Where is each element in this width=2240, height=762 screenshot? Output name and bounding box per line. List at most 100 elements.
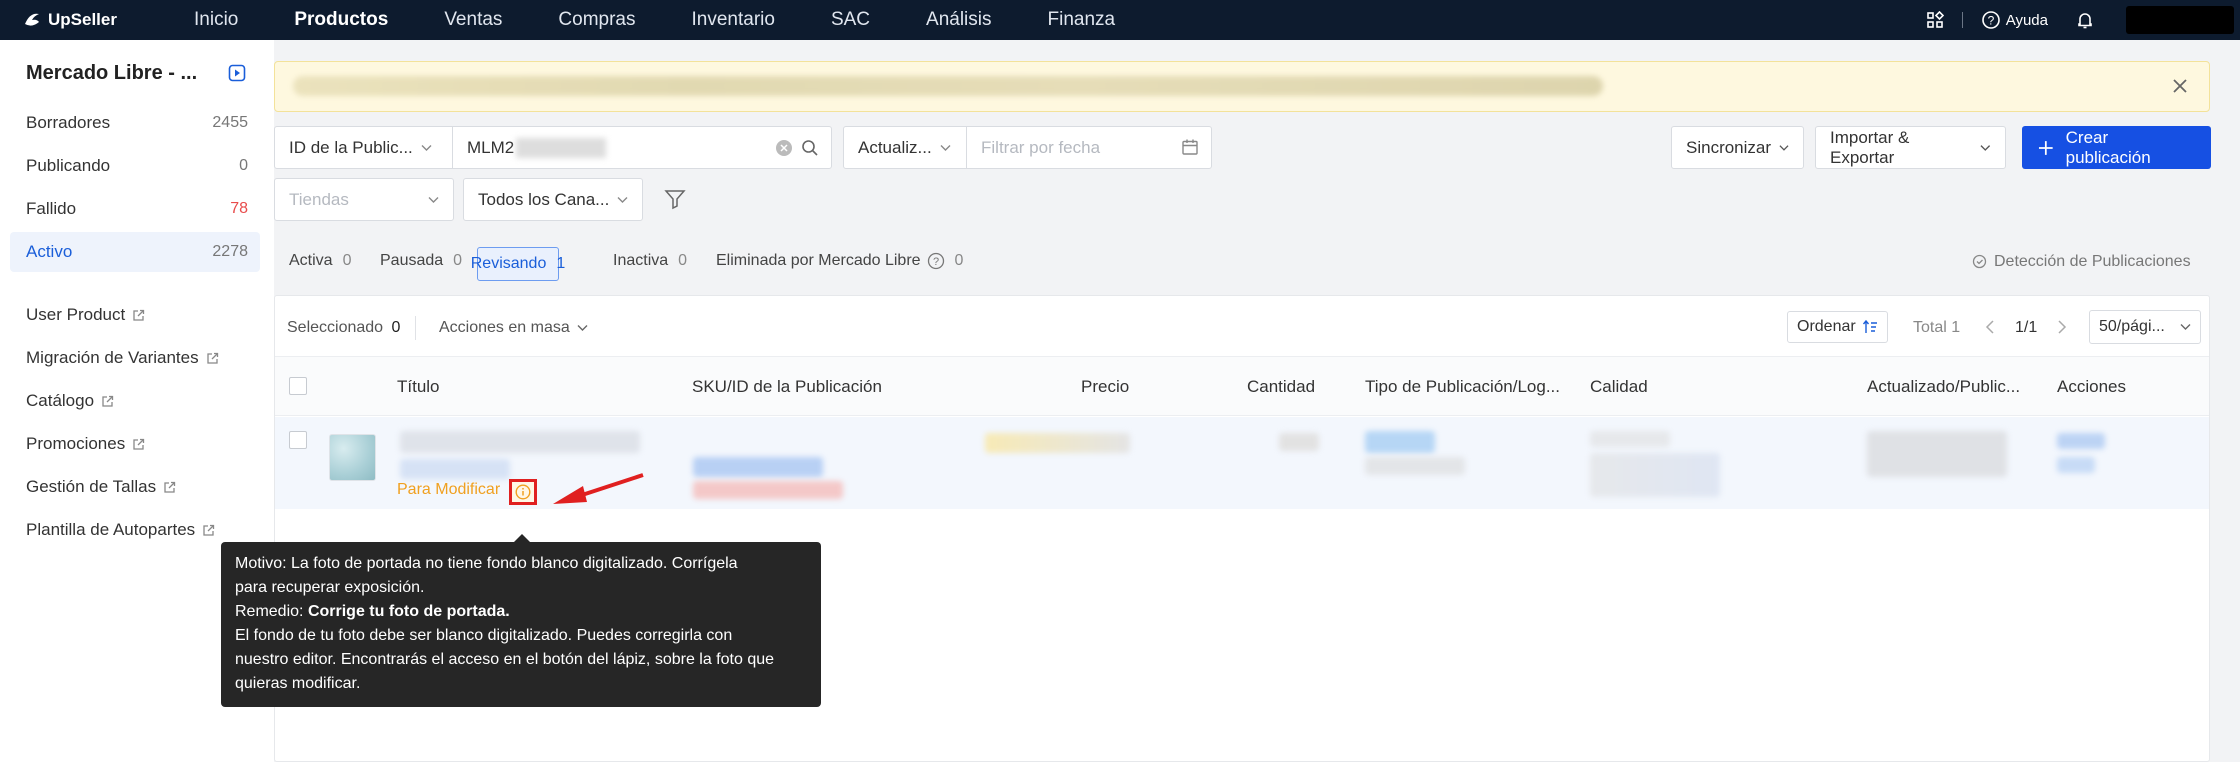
quality-redacted (1590, 431, 1670, 447)
sidebar-link-tallas[interactable]: Gestión de Tallas (26, 477, 176, 497)
help-link[interactable]: ? Ayuda (1981, 10, 2048, 30)
detection-link[interactable]: Detección de Publicaciones (1972, 253, 2191, 271)
column-header-sku[interactable]: SKU/ID de la Publicación (692, 377, 882, 397)
filter-icon[interactable] (664, 188, 686, 215)
apps-grid-icon[interactable] (1926, 11, 1944, 29)
chevron-down-icon (577, 325, 588, 331)
nav-productos[interactable]: Productos (294, 9, 388, 31)
sidebar-link-user-product[interactable]: User Product (26, 305, 145, 325)
sidebar-item-publicando[interactable]: Publicando 0 (10, 146, 260, 186)
import-export-button[interactable]: Importar & Exportar (1815, 126, 2006, 169)
logo-icon (25, 13, 39, 26)
bell-icon[interactable] (2076, 10, 2094, 30)
nav-analisis[interactable]: Análisis (926, 9, 991, 31)
date-type-value: Actualiz... (858, 137, 932, 157)
nav-ventas[interactable]: Ventas (444, 9, 502, 31)
detection-label: Detección de Publicaciones (1994, 253, 2191, 270)
search-icon[interactable] (801, 139, 819, 162)
sidebar-item-activo[interactable]: Activo 2278 (10, 232, 260, 272)
store-select[interactable]: Tiendas (274, 178, 454, 221)
tab-count: 1 (556, 255, 566, 272)
tab-pausada[interactable]: Pausada 0 (380, 252, 462, 270)
store-switch-icon[interactable] (228, 64, 246, 87)
table-header: Título SKU/ID de la Publicación Precio C… (275, 356, 2209, 416)
column-header-precio[interactable]: Precio (1081, 377, 1129, 397)
nav-compras[interactable]: Compras (558, 9, 635, 31)
sort-button[interactable]: Ordenar (1787, 311, 1888, 343)
search-input[interactable]: MLM2 (452, 126, 832, 169)
sidebar-link-label: User Product (26, 305, 126, 324)
nav-sac[interactable]: SAC (831, 9, 870, 31)
upseller-logo[interactable]: UpSeller (22, 10, 142, 30)
row-checkbox[interactable] (289, 431, 307, 449)
tooltip-text: para recuperar exposición. (235, 579, 425, 596)
search-input-value: MLM2 (467, 137, 515, 157)
page-size-value: 50/pági... (2099, 318, 2165, 335)
channel-select-value: Todos los Cana... (478, 189, 610, 209)
price-redacted (985, 433, 1130, 453)
title-redacted (400, 431, 640, 453)
prev-page-icon[interactable] (1985, 319, 1995, 340)
info-icon[interactable] (509, 479, 537, 505)
help-label: Ayuda (2005, 11, 2048, 29)
tab-count: 0 (453, 252, 463, 269)
next-page-icon[interactable] (2057, 319, 2067, 340)
tooltip-reason: Motivo: La foto de portada no tiene fond… (235, 552, 807, 576)
search-type-value: ID de la Public... (289, 137, 413, 157)
create-listing-button[interactable]: Crear publicación (2022, 126, 2211, 169)
action-link-redacted[interactable] (2057, 433, 2105, 449)
sidebar-link-migracion[interactable]: Migración de Variantes (26, 348, 219, 368)
user-account-redacted[interactable] (2126, 6, 2234, 34)
sidebar-link-autopartes[interactable]: Plantilla de Autopartes (26, 520, 215, 540)
date-type-select[interactable]: Actualiz... (843, 126, 968, 169)
selected-label: Seleccionado (287, 319, 384, 336)
channel-select[interactable]: Todos los Cana... (463, 178, 643, 221)
sidebar-item-label: Activo (26, 242, 73, 261)
product-thumbnail[interactable] (329, 434, 376, 481)
selected-count: Seleccionado 0 (287, 319, 400, 337)
column-header-calidad[interactable]: Calidad (1590, 377, 1648, 397)
nav-inicio[interactable]: Inicio (194, 9, 238, 31)
tab-activa[interactable]: Activa 0 (289, 252, 351, 270)
sidebar-item-fallido[interactable]: Fallido 78 (10, 189, 260, 229)
clear-icon[interactable] (775, 139, 793, 162)
table-row: Para Modificar (275, 417, 2209, 509)
page-size-select[interactable]: 50/pági... (2089, 310, 2201, 344)
tab-label: Activa (289, 252, 333, 269)
nav-inventario[interactable]: Inventario (692, 9, 775, 31)
column-header-titulo[interactable]: Título (397, 377, 440, 397)
tab-eliminada[interactable]: Eliminada por Mercado Libre ? 0 (716, 252, 963, 270)
action-link-redacted[interactable] (2057, 457, 2095, 473)
nav-finanza[interactable]: Finanza (1048, 9, 1116, 31)
sidebar-item-label: Borradores (26, 113, 111, 132)
plus-icon (2038, 140, 2053, 155)
sidebar-item-borradores[interactable]: Borradores 2455 (10, 103, 260, 143)
sidebar-link-catalogo[interactable]: Catálogo (26, 391, 114, 411)
external-link-icon (206, 352, 218, 364)
sidebar-link-promociones[interactable]: Promociones (26, 434, 145, 454)
sidebar-item-count: 78 (230, 200, 248, 217)
tab-inactiva[interactable]: Inactiva 0 (613, 252, 687, 270)
sync-button[interactable]: Sincronizar (1671, 126, 1804, 169)
search-type-select[interactable]: ID de la Public... (274, 126, 454, 169)
external-link-icon (203, 524, 215, 536)
column-header-actualizado[interactable]: Actualizado/Public... (1867, 377, 2020, 397)
help-circle-icon[interactable]: ? (927, 252, 945, 270)
selected-number: 0 (391, 319, 401, 336)
date-filter-input[interactable]: Filtrar por fecha (966, 126, 1212, 169)
column-header-acciones[interactable]: Acciones (2057, 377, 2126, 397)
chevron-down-icon (940, 144, 951, 151)
updated-date-redacted (1867, 431, 2007, 477)
bulk-actions-dropdown[interactable]: Acciones en masa (439, 319, 588, 337)
sidebar-item-count: 0 (239, 157, 248, 174)
bulk-actions-label: Acciones en masa (439, 319, 570, 336)
close-icon[interactable] (2169, 75, 2191, 102)
quantity-redacted (1279, 433, 1319, 451)
logo-text: UpSeller (48, 10, 117, 29)
column-header-cantidad[interactable]: Cantidad (1247, 377, 1315, 397)
tooltip-text: El fondo de tu foto debe ser blanco digi… (235, 627, 733, 644)
tab-revisando[interactable]: Revisando 1 (471, 247, 565, 281)
column-header-tipo[interactable]: Tipo de Publicación/Log... (1365, 377, 1560, 397)
store-selector[interactable]: Mercado Libre - ... (26, 62, 197, 85)
select-all-checkbox[interactable] (289, 377, 307, 395)
